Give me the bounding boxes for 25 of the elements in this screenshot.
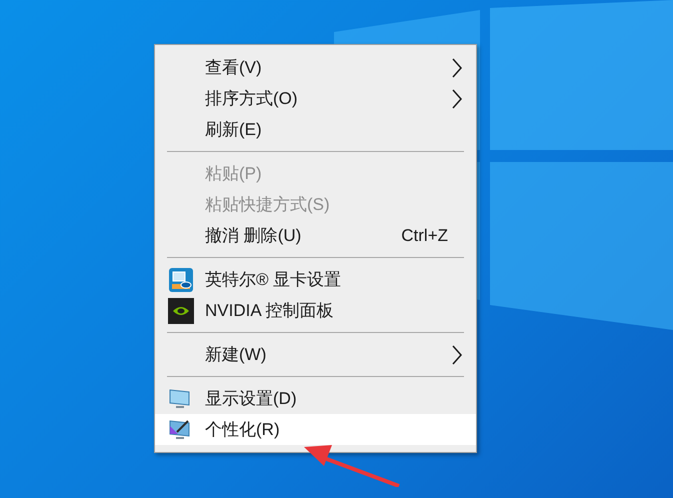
menu-item-label: 刷新(E)	[205, 118, 262, 141]
menu-item-label: NVIDIA 控制面板	[205, 300, 334, 322]
menu-item[interactable]: 刷新(E)	[155, 114, 476, 145]
menu-item-label: 显示设置(D)	[205, 388, 297, 410]
menu-item-label: 新建(W)	[205, 344, 266, 366]
menu-item[interactable]: 个性化(R)	[155, 414, 476, 445]
menu-item[interactable]: 排序方式(O)	[155, 83, 476, 114]
shortcut-label: Ctrl+Z	[401, 224, 448, 247]
menu-item-label: 查看(V)	[205, 56, 262, 79]
monitor-brush-icon	[168, 418, 192, 442]
menu-item-label: 粘贴(P)	[205, 162, 262, 185]
eye-logo-icon	[168, 298, 194, 324]
chip-icon	[168, 266, 194, 292]
menu-item[interactable]: 查看(V)	[155, 52, 476, 83]
menu-item[interactable]: 撤消 删除(U) Ctrl+Z	[155, 220, 476, 251]
monitor-icon	[168, 386, 192, 410]
menu-item-label: 排序方式(O)	[205, 88, 298, 110]
menu-item-label: 撤消 删除(U)	[205, 224, 302, 247]
menu-item[interactable]: 新建(W)	[155, 339, 476, 370]
menu-item-label: 英特尔® 显卡设置	[205, 268, 342, 291]
menu-item[interactable]: NVIDIA 控制面板	[155, 295, 476, 326]
menu-item[interactable]: 英特尔® 显卡设置	[155, 264, 476, 295]
menu-item[interactable]: 显示设置(D)	[155, 383, 476, 414]
menu-item-label: 个性化(R)	[205, 418, 280, 441]
menu-item-label: 粘贴快捷方式(S)	[205, 194, 330, 216]
